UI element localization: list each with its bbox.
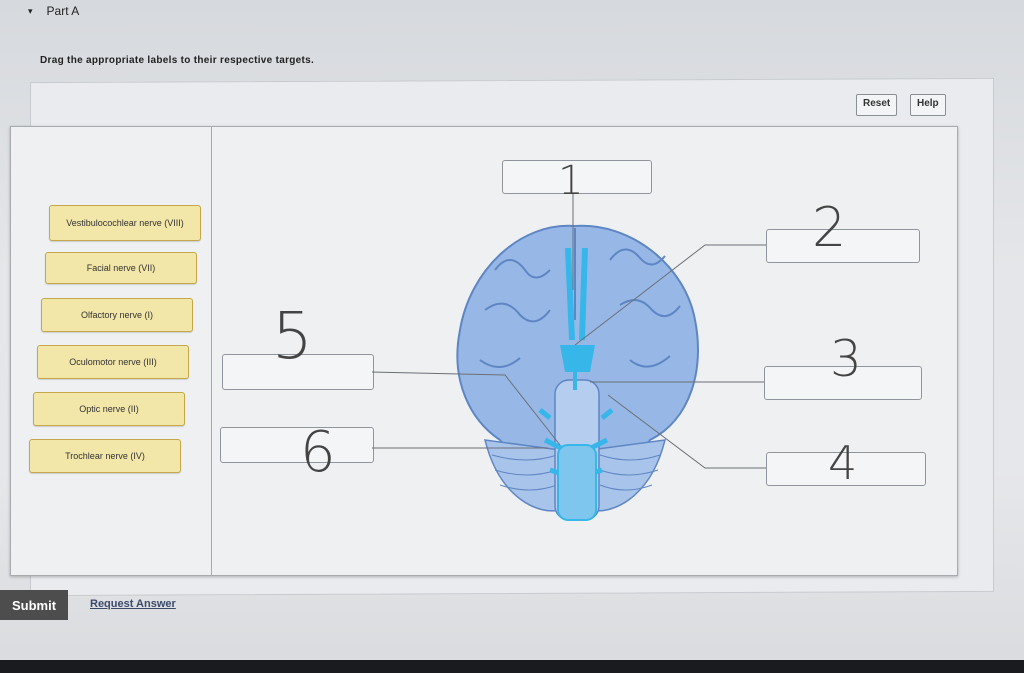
brain-image [456, 224, 699, 521]
handwritten-2: 2 [812, 196, 847, 259]
request-answer-link[interactable]: Request Answer [90, 598, 176, 610]
brain-illustration [371, 194, 766, 521]
handwritten-4: 4 [828, 436, 858, 490]
handwritten-3: 3 [830, 330, 862, 388]
handwritten-1: 1 [558, 158, 584, 204]
submit-button[interactable]: Submit [0, 590, 68, 620]
handwritten-5: 5 [272, 300, 313, 374]
screen-bezel [0, 660, 1024, 673]
handwritten-6: 6 [300, 420, 336, 485]
